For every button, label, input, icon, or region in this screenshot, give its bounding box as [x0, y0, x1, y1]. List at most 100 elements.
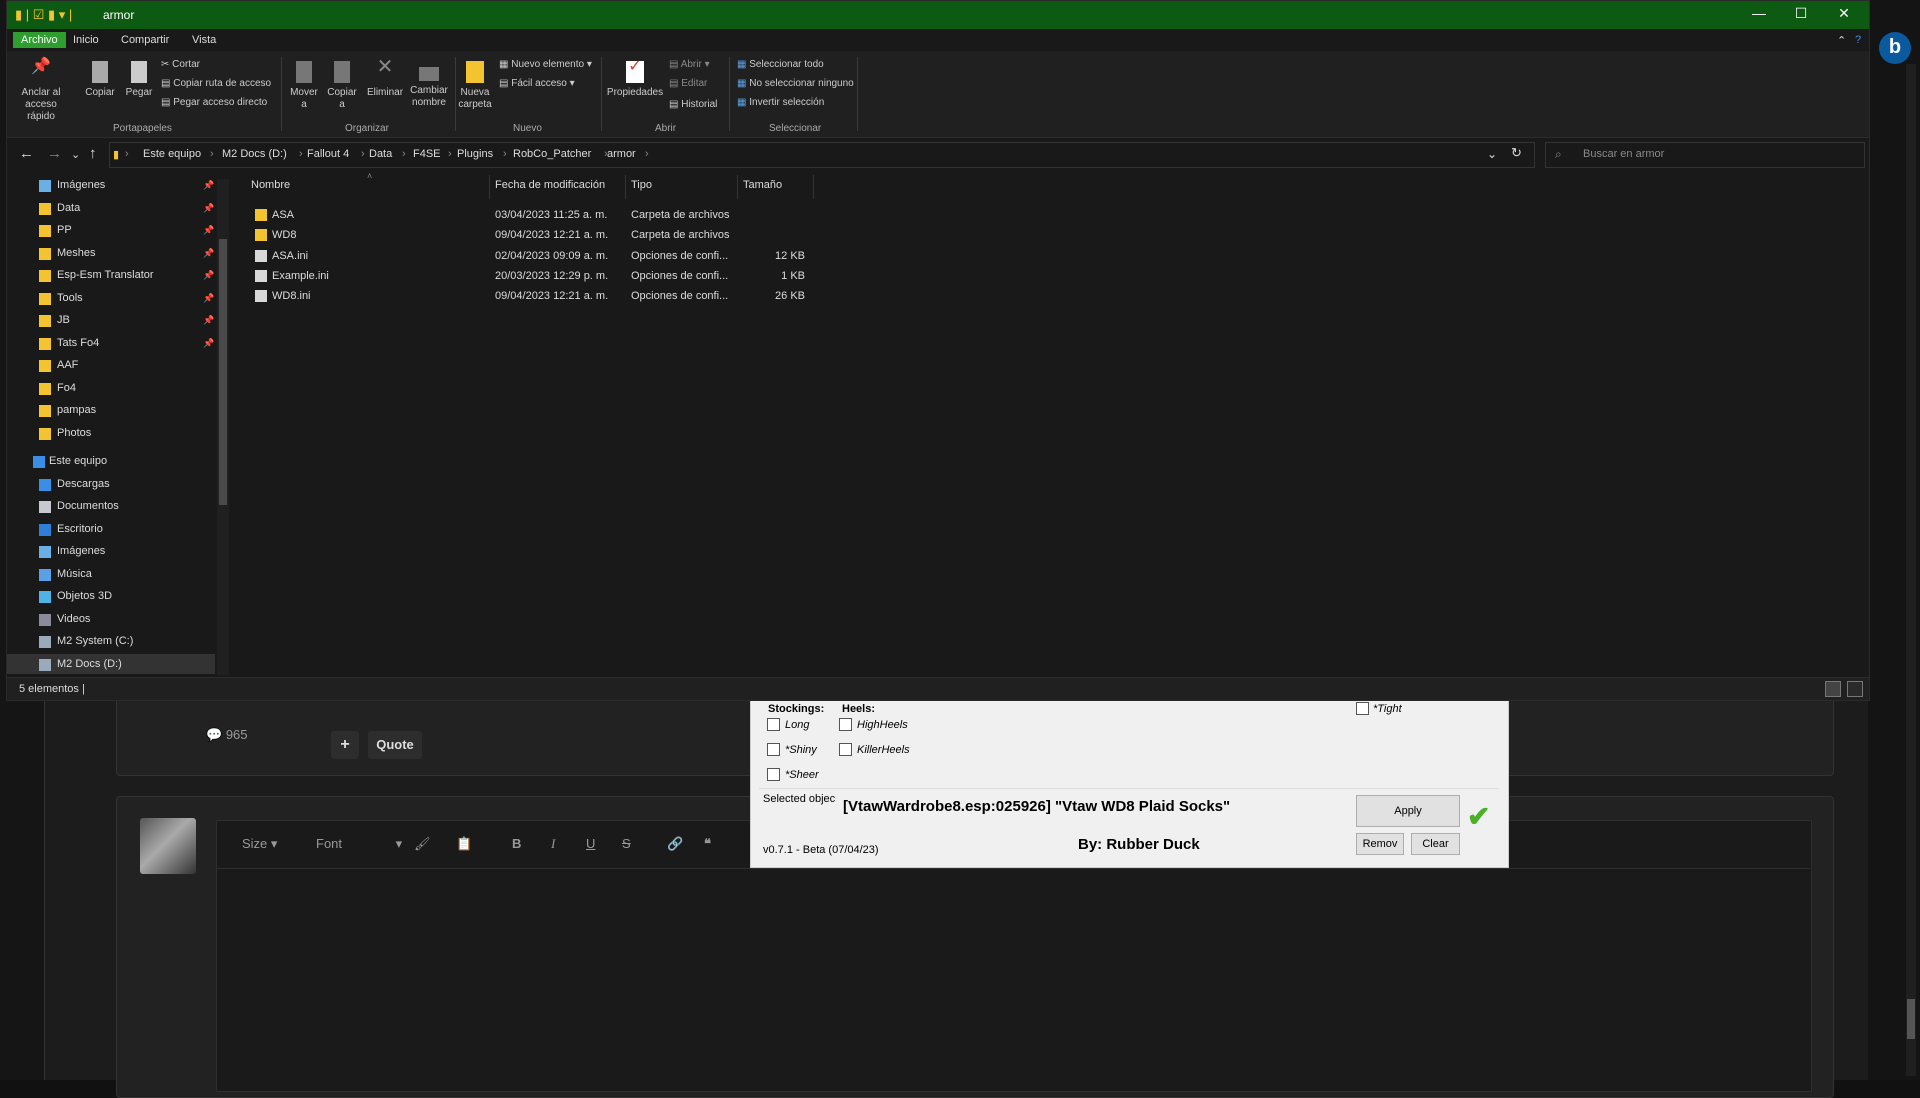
breadcrumb-item[interactable]: RobCo_Patcher: [513, 148, 591, 160]
breadcrumb-item[interactable]: F4SE: [413, 148, 441, 160]
quick-access-toolbar[interactable]: ▮ | ☑ ▮ ▾ |: [15, 7, 72, 23]
breadcrumb-item[interactable]: Este equipo: [143, 148, 201, 160]
clear-button[interactable]: Clear: [1411, 833, 1460, 855]
new-folder-button[interactable]: Nueva carpeta: [455, 61, 495, 111]
select-none-button[interactable]: ▦ No seleccionar ninguno: [737, 78, 854, 89]
large-icons-view-icon[interactable]: [1847, 681, 1863, 697]
bing-icon[interactable]: b: [1879, 32, 1911, 64]
refresh-icon[interactable]: ↻: [1511, 145, 1522, 161]
nav-item[interactable]: JB: [57, 314, 70, 326]
nav-item[interactable]: Documentos: [57, 500, 119, 512]
nav-item[interactable]: M2 System (C:): [57, 635, 133, 647]
nav-scrollbar-thumb[interactable]: [219, 239, 227, 505]
new-item-button[interactable]: ▦ Nuevo elemento ▾: [499, 59, 592, 70]
easy-access-button[interactable]: ▤ Fácil acceso ▾: [499, 78, 575, 89]
edit-button[interactable]: ▤ Editar: [669, 78, 707, 89]
tab-inicio[interactable]: Inicio: [73, 34, 99, 46]
paste-icon[interactable]: 📋: [456, 836, 472, 852]
column-header-date[interactable]: Fecha de modificación: [495, 179, 605, 191]
link-icon[interactable]: 🔗: [667, 836, 683, 852]
tab-archivo[interactable]: Archivo: [13, 32, 66, 48]
nav-scrollbar[interactable]: [217, 179, 229, 675]
address-dropdown-icon[interactable]: ⌄: [1487, 147, 1497, 161]
column-header-size[interactable]: Tamaño: [743, 179, 782, 191]
reaction-count[interactable]: 💬 965: [206, 727, 248, 743]
nav-item[interactable]: AAF: [57, 359, 78, 371]
rename-button[interactable]: Cambiar nombre: [409, 61, 449, 109]
nav-item[interactable]: Photos: [57, 427, 91, 439]
delete-button[interactable]: ✕ Eliminar: [365, 57, 405, 99]
brush-icon[interactable]: 🖌: [414, 836, 431, 852]
column-divider[interactable]: [813, 175, 814, 199]
pin-icon[interactable]: 📌: [203, 315, 214, 326]
up-icon[interactable]: ↑: [89, 145, 97, 162]
close-button[interactable]: ✕: [1827, 5, 1861, 22]
tight-checkbox[interactable]: [1356, 702, 1369, 715]
pin-icon[interactable]: 📌: [203, 225, 214, 236]
nav-item[interactable]: Videos: [57, 613, 90, 625]
page-scrollbar[interactable]: [1906, 64, 1916, 1076]
help-icon[interactable]: ?: [1855, 34, 1861, 46]
nav-item[interactable]: Escritorio: [57, 523, 103, 535]
invert-selection-button[interactable]: ▦ Invertir selección: [737, 97, 824, 108]
pin-icon[interactable]: 📌: [203, 203, 214, 214]
font-dropdown[interactable]: Font ▾: [316, 836, 402, 852]
copy-to-button[interactable]: Copiar a: [325, 61, 359, 111]
nav-item[interactable]: Imágenes: [57, 545, 105, 557]
title-bar[interactable]: ▮ | ☑ ▮ ▾ | armor — ☐ ✕: [7, 1, 1869, 29]
nav-item[interactable]: Música: [57, 568, 92, 580]
quote-icon[interactable]: ❝: [704, 836, 711, 852]
stocking-long-checkbox[interactable]: [767, 718, 780, 731]
pin-icon[interactable]: 📌: [203, 338, 214, 349]
tab-compartir[interactable]: Compartir: [121, 34, 169, 46]
nav-item[interactable]: Tats Fo4: [57, 337, 99, 349]
breadcrumb-item[interactable]: armor: [607, 148, 636, 160]
breadcrumb-item[interactable]: Data: [369, 148, 392, 160]
size-dropdown[interactable]: Size ▾: [242, 836, 277, 852]
nav-item[interactable]: Tools: [57, 292, 83, 304]
underline-button[interactable]: U: [586, 836, 595, 851]
column-header-name[interactable]: Nombre: [251, 179, 290, 191]
back-icon[interactable]: ←: [19, 145, 34, 162]
column-header-type[interactable]: Tipo: [631, 179, 652, 191]
properties-button[interactable]: ✓ Propiedades: [605, 59, 665, 99]
cut-button[interactable]: ✂ Cortar: [161, 59, 200, 70]
bold-button[interactable]: B: [512, 836, 521, 851]
minimize-button[interactable]: —: [1742, 5, 1776, 21]
nav-item[interactable]: Fo4: [57, 382, 76, 394]
nav-item[interactable]: Meshes: [57, 247, 96, 259]
nav-item[interactable]: Esp-Esm Translator: [57, 269, 154, 281]
strike-button[interactable]: S: [622, 836, 631, 851]
apply-button[interactable]: Apply: [1356, 795, 1460, 827]
pin-icon[interactable]: 📌: [203, 293, 214, 304]
breadcrumb-item[interactable]: M2 Docs (D:): [222, 148, 287, 160]
pin-icon[interactable]: 📌: [203, 270, 214, 281]
pin-icon[interactable]: 📌: [203, 248, 214, 259]
breadcrumb-item[interactable]: Fallout 4: [307, 148, 349, 160]
maximize-button[interactable]: ☐: [1784, 5, 1818, 22]
recent-dropdown-icon[interactable]: ⌄: [71, 148, 80, 161]
quote-button[interactable]: Quote: [368, 731, 422, 759]
stocking-shiny-checkbox[interactable]: [767, 743, 780, 756]
remove-button[interactable]: Remov: [1356, 833, 1404, 855]
nav-item[interactable]: M2 Docs (D:): [57, 658, 122, 670]
nav-item[interactable]: Data: [57, 202, 80, 214]
heels-killerheels-checkbox[interactable]: [839, 743, 852, 756]
nav-item[interactable]: pampas: [57, 404, 96, 416]
column-divider[interactable]: [489, 175, 490, 199]
nav-item[interactable]: Objetos 3D: [57, 590, 112, 602]
history-button[interactable]: ▤ Historial: [669, 99, 717, 110]
nav-item[interactable]: PP: [57, 224, 72, 236]
add-reaction-button[interactable]: +: [331, 731, 359, 759]
select-all-button[interactable]: ▦ Seleccionar todo: [737, 59, 824, 70]
pin-icon[interactable]: 📌: [203, 180, 214, 191]
collapse-ribbon-icon[interactable]: ⌃: [1837, 34, 1846, 47]
nav-item[interactable]: Imágenes: [57, 179, 105, 191]
details-view-icon[interactable]: [1825, 681, 1841, 697]
copy-button[interactable]: Copiar: [83, 61, 117, 99]
heels-highheels-checkbox[interactable]: [839, 718, 852, 731]
copy-path-button[interactable]: ▤ Copiar ruta de acceso: [161, 78, 271, 89]
breadcrumb-item[interactable]: Plugins: [457, 148, 493, 160]
column-divider[interactable]: [737, 175, 738, 199]
open-button[interactable]: ▤ Abrir ▾: [669, 59, 710, 70]
